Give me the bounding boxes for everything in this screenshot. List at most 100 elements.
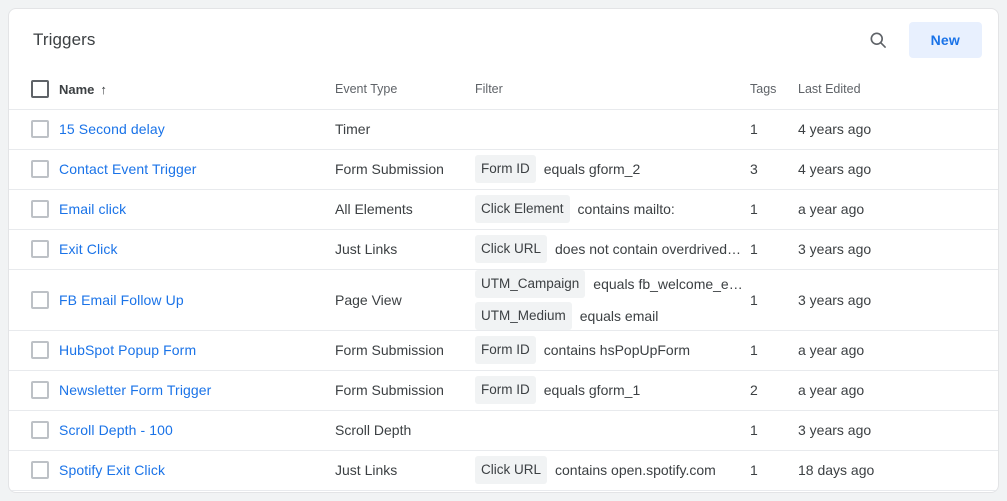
column-header-name[interactable]: Name ↑ xyxy=(59,70,335,110)
trigger-name-cell: Scroll Depth - 100 xyxy=(59,410,335,451)
row-checkbox[interactable] xyxy=(31,200,49,218)
row-checkbox[interactable] xyxy=(31,240,49,258)
filter-condition: UTM_Medium equals email xyxy=(475,301,750,330)
tags-cell: 1 xyxy=(750,189,798,230)
trigger-name-link[interactable]: Email click xyxy=(59,201,126,217)
last-edited-cell: 3 years ago xyxy=(798,269,998,331)
row-select-cell xyxy=(9,149,59,190)
row-checkbox[interactable] xyxy=(31,120,49,138)
column-header-last-edited[interactable]: Last Edited xyxy=(798,70,998,110)
filter-cell xyxy=(475,109,750,150)
table-row[interactable]: Contact Event Trigger Form Submission Form… xyxy=(9,149,998,190)
last-edited-cell: a year ago xyxy=(798,330,998,371)
column-header-event-type[interactable]: Event Type xyxy=(335,70,475,110)
table-row[interactable]: Exit Click Just Links Click URL does not co… xyxy=(9,229,998,270)
last-edited-value: a year ago xyxy=(798,342,865,358)
header-actions: New xyxy=(861,21,982,58)
trigger-name-cell: FB Email Follow Up xyxy=(59,269,335,331)
tags-count: 1 xyxy=(750,291,758,308)
tags-cell: 1 xyxy=(750,269,798,331)
trigger-name-link[interactable]: 15 Second delay xyxy=(59,121,165,137)
table-row[interactable]: HubSpot Popup Form Form Submission Form ID… xyxy=(9,330,998,371)
row-select-cell xyxy=(9,229,59,270)
filter-condition: Click URL does not contain overdrivedi… xyxy=(475,235,750,263)
event-type-cell: All Elements xyxy=(335,189,475,230)
filter-condition: Form ID contains hsPopUpForm xyxy=(475,336,750,364)
tags-cell: 1 xyxy=(750,410,798,451)
trigger-name-link[interactable]: FB Email Follow Up xyxy=(59,292,184,308)
column-header-name-label: Name xyxy=(59,81,95,97)
filter-cell: Form ID equals gform_1 xyxy=(475,370,750,411)
last-edited-value: 3 years ago xyxy=(798,422,872,438)
search-button[interactable] xyxy=(861,23,895,57)
table-row[interactable]: Email click All Elements Click Element cont… xyxy=(9,189,998,230)
page-title: Triggers xyxy=(33,29,96,49)
last-edited-value: 3 years ago xyxy=(798,241,872,257)
trigger-name-link[interactable]: Contact Event Trigger xyxy=(59,161,197,177)
last-edited-cell: 3 years ago xyxy=(798,229,998,270)
trigger-name-cell: Spotify Exit Click xyxy=(59,450,335,491)
trigger-name-link[interactable]: Newsletter Form Trigger xyxy=(59,382,211,398)
last-edited-cell: a year ago xyxy=(798,189,998,230)
select-all-header xyxy=(9,70,59,110)
event-type-value: Just Links xyxy=(335,462,398,478)
event-type-cell: Scroll Depth xyxy=(335,410,475,451)
select-all-checkbox[interactable] xyxy=(31,80,49,99)
table-row[interactable]: Newsletter Form Trigger Form Submission Fo… xyxy=(9,370,998,411)
tags-cell: 2 xyxy=(750,370,798,411)
filter-variable-chip: Click URL xyxy=(475,456,548,484)
search-icon xyxy=(868,30,888,50)
column-header-tags[interactable]: Tags xyxy=(750,70,798,110)
table-row[interactable]: Scroll Depth - 100 Scroll Depth 1 3 years a… xyxy=(9,410,998,451)
tags-count: 1 xyxy=(750,241,758,257)
filter-condition-text: contains open.spotify.com xyxy=(555,462,716,478)
last-edited-value: a year ago xyxy=(798,201,865,217)
tags-cell: 1 xyxy=(750,109,798,150)
event-type-value: Just Links xyxy=(335,241,398,257)
event-type-value: Page View xyxy=(335,291,402,308)
row-select-cell xyxy=(9,189,59,230)
filter-condition: Click URL contains open.spotify.com xyxy=(475,456,750,484)
filter-cell: Click URL contains open.spotify.com xyxy=(475,450,750,491)
row-checkbox[interactable] xyxy=(31,290,49,309)
event-type-cell: Form Submission xyxy=(335,149,475,190)
row-select-cell xyxy=(9,450,59,491)
new-button[interactable]: New xyxy=(908,21,982,58)
tags-cell: 1 xyxy=(750,450,798,491)
table-row[interactable]: FB Email Follow Up Page View UTM_Campaign e… xyxy=(9,269,998,331)
filter-variable-chip: Form ID xyxy=(475,376,536,404)
triggers-card: Triggers New Name ↑ Event Type Filter Ta… xyxy=(8,8,999,493)
tags-count: 3 xyxy=(750,161,758,177)
row-checkbox[interactable] xyxy=(31,160,49,178)
filter-condition-text: equals gform_1 xyxy=(543,382,641,398)
table-head: Name ↑ Event Type Filter Tags Last Edited xyxy=(9,70,998,110)
trigger-name-link[interactable]: HubSpot Popup Form xyxy=(59,342,196,358)
row-checkbox[interactable] xyxy=(31,341,49,359)
filter-condition-text: equals gform_2 xyxy=(543,161,641,177)
tags-count: 1 xyxy=(750,201,758,217)
last-edited-value: a year ago xyxy=(798,382,865,398)
row-checkbox[interactable] xyxy=(31,381,49,399)
row-select-cell xyxy=(9,109,59,150)
trigger-name-link[interactable]: Scroll Depth - 100 xyxy=(59,422,173,438)
filter-variable-chip: Form ID xyxy=(475,336,536,364)
tags-count: 1 xyxy=(750,121,758,137)
filter-cell: Click Element contains mailto: xyxy=(475,189,750,230)
event-type-cell: Page View xyxy=(335,269,475,331)
sort-ascending-icon: ↑ xyxy=(100,81,107,97)
column-header-filter[interactable]: Filter xyxy=(475,70,750,110)
last-edited-cell: 4 years ago xyxy=(798,149,998,190)
table-row[interactable]: 15 Second delay Timer 1 4 years ago xyxy=(9,109,998,150)
trigger-name-link[interactable]: Spotify Exit Click xyxy=(59,462,165,478)
filter-cell: Click URL does not contain overdrivedi… xyxy=(475,229,750,270)
row-checkbox[interactable] xyxy=(31,421,49,439)
row-checkbox[interactable] xyxy=(31,461,49,479)
table-row[interactable]: Spotify Exit Click Just Links Click URL con… xyxy=(9,450,998,491)
filter-variable-chip: Click URL xyxy=(475,235,548,263)
filter-variable-chip: UTM_Medium xyxy=(475,301,572,330)
row-select-cell xyxy=(9,410,59,451)
row-select-cell xyxy=(9,330,59,371)
trigger-name-link[interactable]: Exit Click xyxy=(59,241,118,257)
filter-cell: Form ID equals gform_2 xyxy=(475,149,750,190)
filter-condition-text: contains hsPopUpForm xyxy=(543,342,691,358)
